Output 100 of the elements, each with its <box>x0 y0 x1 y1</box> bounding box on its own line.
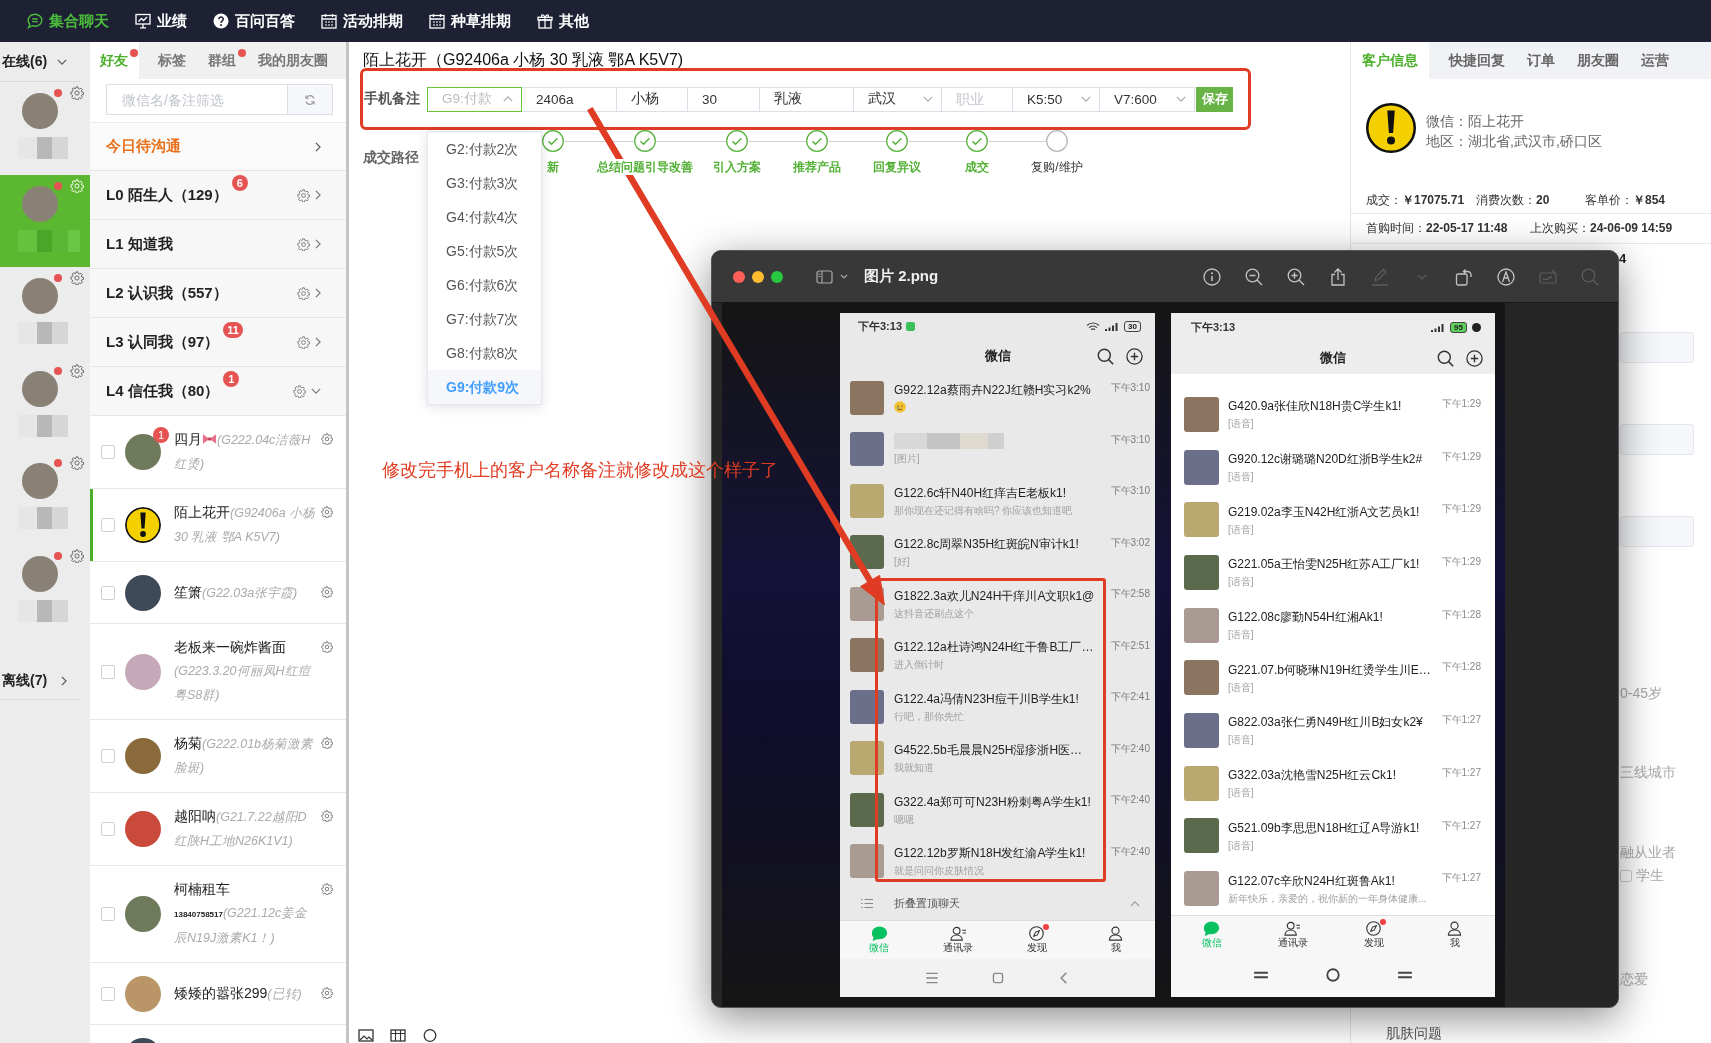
step-label: 成交 <box>965 159 989 175</box>
image-icon[interactable] <box>358 1029 374 1042</box>
tab[interactable]: 订单 <box>1516 42 1566 79</box>
settings-icon[interactable] <box>70 363 84 378</box>
grid-icon[interactable] <box>390 1029 406 1042</box>
group-row[interactable]: L2 认识我（557） <box>90 269 346 318</box>
text-field[interactable]: 30 <box>688 86 760 112</box>
text-field[interactable]: 2406a <box>522 86 617 112</box>
tab[interactable]: 运营 <box>1630 42 1680 79</box>
dropdown-field[interactable]: V7:600 <box>1100 86 1195 112</box>
group-row[interactable]: L3 认同我（97） 11 <box>90 318 346 367</box>
nav-tab[interactable]: 种草排期 <box>429 0 511 42</box>
info-icon[interactable] <box>1203 267 1221 286</box>
settings-icon[interactable] <box>70 456 84 470</box>
checkbox[interactable] <box>101 822 115 836</box>
settings-icon[interactable] <box>70 548 84 563</box>
step-label: 回复异议 <box>873 159 921 175</box>
text-field[interactable]: 职业 <box>942 86 1013 112</box>
caret-icon[interactable] <box>840 274 848 279</box>
zoom-out-icon[interactable] <box>1245 267 1263 286</box>
dropdown-field[interactable]: 武汉 <box>854 86 942 112</box>
settings-icon[interactable] <box>70 86 84 100</box>
tab[interactable]: 标签 <box>147 42 197 79</box>
avatar-photo <box>850 844 884 879</box>
tab[interactable]: 群组 <box>197 42 247 79</box>
chevron-up-icon <box>1130 900 1140 907</box>
sidebar-icon[interactable] <box>816 269 833 284</box>
group-row[interactable]: L0 陌生人（129） 6 <box>90 171 346 220</box>
unread-count-badge: 1 <box>153 427 169 443</box>
message-time: 下午2:40 <box>1110 844 1151 859</box>
contacts-icon <box>949 926 967 941</box>
maximize-icon[interactable] <box>771 270 783 283</box>
stat-text: 消费次数：20 <box>1476 191 1551 209</box>
dropdown-option[interactable]: G5:付款5次 <box>428 233 541 268</box>
dropdown-field[interactable]: K5:50 <box>1013 86 1100 112</box>
online-section-toggle[interactable]: 在线(6) <box>0 42 80 82</box>
search-field[interactable]: 微信名/备注筛选 <box>106 84 287 115</box>
minimize-icon[interactable] <box>752 270 764 283</box>
nav-tab[interactable]: 其他 <box>537 0 589 42</box>
checkbox[interactable] <box>101 445 115 459</box>
settings-icon[interactable] <box>321 810 333 822</box>
rotate-icon[interactable] <box>1455 267 1473 286</box>
settings-icon[interactable] <box>321 737 333 749</box>
settings-icon[interactable] <box>297 188 310 202</box>
settings-icon[interactable] <box>321 506 333 518</box>
markup-icon[interactable] <box>1497 267 1515 286</box>
settings-icon[interactable] <box>297 335 310 349</box>
settings-icon[interactable] <box>297 237 310 251</box>
nav-tab[interactable]: 业绩 <box>135 0 187 42</box>
tab[interactable]: 快捷回复 <box>1438 42 1516 79</box>
settings-icon[interactable] <box>321 883 333 895</box>
person-icon <box>1446 920 1463 936</box>
checkbox[interactable] <box>101 664 115 679</box>
text-field[interactable]: 乳液 <box>760 86 854 112</box>
refresh-button[interactable] <box>287 84 333 115</box>
checkbox[interactable] <box>1620 870 1632 882</box>
contact-item[interactable]: 陌上花开(G92406a 小杨 30 乳液 鄂A K5V7) <box>90 489 346 562</box>
dropdown-option[interactable]: G2:付款2次 <box>428 131 541 166</box>
settings-icon[interactable] <box>321 986 333 999</box>
checkbox[interactable] <box>101 585 115 600</box>
dropdown-option[interactable]: G3:付款3次 <box>428 165 541 200</box>
settings-icon[interactable] <box>297 286 310 300</box>
chart-board-icon <box>135 13 151 29</box>
dropdown-option[interactable]: G6:付款6次 <box>428 267 541 302</box>
dropdown-option[interactable]: G4:付款4次 <box>428 199 541 234</box>
text-field[interactable] <box>1620 424 1694 455</box>
unread-count-badge: 1 <box>223 371 240 387</box>
dropdown-option[interactable]: G8:付款8次 <box>428 335 541 370</box>
text-field[interactable] <box>1620 516 1694 547</box>
tab[interactable]: 朋友圈 <box>1566 42 1630 79</box>
nav-tab[interactable]: 活动排期 <box>321 0 403 42</box>
share-icon[interactable] <box>1329 267 1347 286</box>
message-preview: 就是问问你皮肤情况 <box>894 864 985 878</box>
checkbox[interactable] <box>101 907 115 921</box>
nav-tab[interactable]: 集合聊天 <box>27 0 109 42</box>
avatar-photo <box>125 574 161 611</box>
checkbox[interactable] <box>101 749 115 763</box>
nav-tab[interactable]: 百问百答 <box>213 0 295 42</box>
group-row[interactable]: L1 知道我 <box>90 220 346 269</box>
group-row[interactable]: L4 信任我（80） 1 <box>90 367 346 416</box>
avatar-photo <box>1184 502 1219 538</box>
offline-section-toggle[interactable]: 离线(7) <box>0 663 80 700</box>
settings-icon[interactable] <box>321 585 333 598</box>
settings-icon[interactable] <box>70 271 84 285</box>
settings-icon[interactable] <box>293 384 306 398</box>
close-icon[interactable] <box>733 270 745 283</box>
avatar-photo <box>1184 660 1219 696</box>
checkbox[interactable] <box>101 986 115 1001</box>
checkbox[interactable] <box>101 518 115 532</box>
message-time: 下午2:41 <box>1110 690 1151 704</box>
zoom-in-icon[interactable] <box>1287 267 1305 286</box>
notification-icon <box>906 322 916 331</box>
text-field[interactable]: 小杨 <box>617 86 688 112</box>
dropdown-option[interactable]: G7:付款7次 <box>428 301 541 336</box>
text-field[interactable] <box>1620 332 1694 363</box>
settings-icon[interactable] <box>321 433 333 445</box>
circle-icon[interactable] <box>422 1029 438 1042</box>
tab[interactable]: 我的朋友圈 <box>247 42 339 79</box>
account-item[interactable] <box>0 174 90 267</box>
settings-icon[interactable] <box>321 641 333 653</box>
